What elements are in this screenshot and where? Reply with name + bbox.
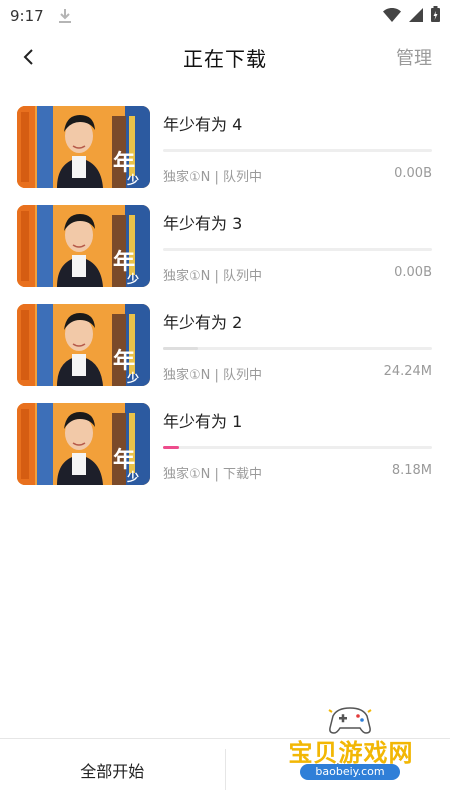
download-title: 年少有为 3 [163,214,243,233]
download-title: 年少有为 1 [163,412,243,431]
progress-track [163,248,432,251]
video-thumbnail: 年 少 [17,106,150,188]
progress-track [163,446,432,449]
battery-icon [431,6,440,26]
download-title: 年少有为 4 [163,115,243,134]
download-item[interactable]: 年 少 年少有为 4 独家①N | 队列中 0.00B [0,102,450,201]
progress-fill [163,347,198,350]
download-title: 年少有为 2 [163,313,243,332]
nav-bar: 正在下载 管理 [0,32,450,82]
watermark-url: baobeiy.com [300,764,400,780]
download-status: 独家①N | 队列中 [163,170,263,185]
watermark: 宝贝游戏网 baobeiy.com [276,706,426,800]
svg-text:少: 少 [126,370,139,385]
signal-icon [409,7,423,26]
download-item[interactable]: 年 少 年少有为 3 独家①N | 队列中 0.00B [0,201,450,300]
watermark-text: 宝贝游戏网 [288,739,414,767]
wifi-icon [383,7,401,26]
chevron-left-icon [23,49,33,65]
progress-track [163,149,432,152]
start-all-button[interactable]: 全部开始 [0,739,225,800]
download-list: 年 少 年少有为 4 独家①N | 队列中 0.00B 年 少 年少有为 3 独… [0,102,450,498]
progress-fill [163,446,180,449]
download-item[interactable]: 年 少 年少有为 1 独家①N | 下载中 8.18M [0,399,450,498]
video-thumbnail: 年 少 [17,403,150,485]
download-size: 0.00B [394,265,432,280]
download-size: 0.00B [394,166,432,181]
download-size: 8.18M [391,463,432,478]
page-title: 正在下载 [183,46,267,71]
video-thumbnail: 年 少 [17,205,150,287]
gamepad-icon [328,707,372,734]
back-button[interactable] [14,42,44,72]
status-time: 9:17 [10,7,44,25]
status-bar: 9:17 [0,0,450,32]
download-status: 独家①N | 下载中 [163,467,263,482]
download-status: 独家①N | 队列中 [163,269,263,284]
svg-text:少: 少 [126,172,139,187]
svg-text:少: 少 [126,469,139,484]
download-status-icon [58,8,72,24]
progress-track [163,347,432,350]
svg-text:少: 少 [126,271,139,286]
video-thumbnail: 年 少 [17,304,150,386]
download-size: 24.24M [383,364,432,379]
download-item[interactable]: 年 少 年少有为 2 独家①N | 队列中 24.24M [0,300,450,399]
download-status: 独家①N | 队列中 [163,368,263,383]
manage-button[interactable]: 管理 [396,44,432,70]
